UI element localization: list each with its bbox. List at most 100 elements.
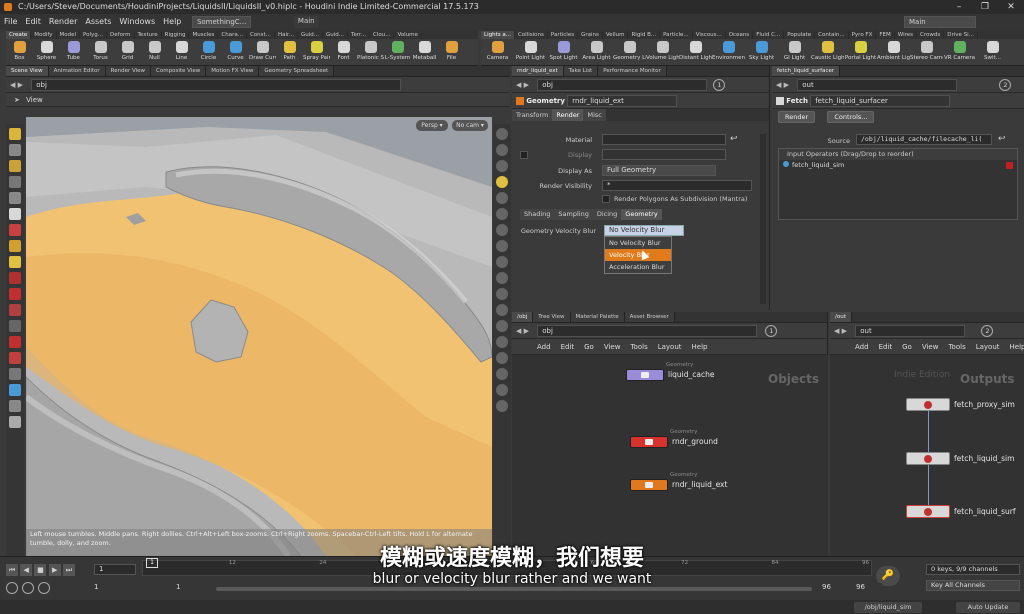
shelf-left-tab-guid[interactable]: Guid... <box>323 31 349 39</box>
minimize-button[interactable]: – <box>946 0 972 14</box>
netobj-menu-add[interactable]: Add <box>532 339 556 354</box>
tab-dicing[interactable]: Dicing <box>592 209 622 220</box>
group-icon[interactable] <box>9 304 21 316</box>
forward-arrow-icon[interactable]: ▶ <box>18 81 23 89</box>
shelf-left-tab-const[interactable]: Const... <box>247 31 275 39</box>
viewport-path-field[interactable]: obj <box>31 79 402 91</box>
grid-icon[interactable] <box>496 320 508 332</box>
render-button[interactable]: Render <box>778 111 816 123</box>
out-node-fetch-liquid-surf[interactable] <box>906 505 950 518</box>
close-button[interactable]: ✕ <box>998 0 1024 14</box>
back-arrow-icon[interactable]: ◀ <box>516 327 521 335</box>
input-op-row[interactable]: fetch_liquid_sim <box>779 160 1017 171</box>
object-node-rndr-ground[interactable] <box>630 436 668 448</box>
tab-sampling[interactable]: Sampling <box>554 209 593 220</box>
pivot-icon[interactable] <box>9 368 21 380</box>
netobj-menu-tools[interactable]: Tools <box>625 339 652 354</box>
tab-misc[interactable]: Misc <box>583 109 606 121</box>
param-tab-take-list[interactable]: Take List <box>563 66 599 76</box>
shelf-left-tool-metaball[interactable]: Metaball <box>411 41 438 61</box>
netout-tab-out[interactable]: /out <box>830 312 852 322</box>
remove-op-icon[interactable] <box>1006 162 1013 169</box>
visualizer-icon[interactable] <box>496 304 508 316</box>
secure-icon[interactable] <box>9 352 21 364</box>
object-node-rndr-liquid-ext[interactable] <box>630 479 668 491</box>
back-arrow-icon[interactable]: ◀ <box>516 81 521 89</box>
shelf-right-tab-particles[interactable]: Particles <box>548 31 579 39</box>
tab-render[interactable]: Render <box>552 109 584 121</box>
normals-icon[interactable] <box>496 224 508 236</box>
tab-geometry[interactable]: Geometry <box>621 209 662 220</box>
velocity-blur-select[interactable]: No Velocity Blur <box>604 225 684 236</box>
back-arrow-icon[interactable]: ◀ <box>10 81 15 89</box>
shelf-right-tool-sky-light[interactable]: Sky Light <box>745 41 778 61</box>
shelf-left-tool-l-system[interactable]: L-System <box>384 41 411 61</box>
netout-menu-add[interactable]: Add <box>850 339 874 354</box>
shelf-right-tool-stereo-camera[interactable]: Stereo Camera <box>910 41 943 61</box>
camera-tool-icon[interactable] <box>9 336 21 348</box>
tab-shading[interactable]: Shading <box>520 209 555 220</box>
abc-icon[interactable] <box>496 384 508 396</box>
option-no-velocity-blur[interactable]: No Velocity Blur <box>605 237 671 249</box>
shelf-left-tab-texture[interactable]: Texture <box>135 31 162 39</box>
menu-help[interactable]: Help <box>159 14 185 30</box>
param-path-field[interactable]: obj <box>537 79 708 91</box>
auto-update-button[interactable]: Auto Update <box>956 602 1020 613</box>
out-node-name-label[interactable]: fetch_liquid_sim <box>954 454 1014 463</box>
shelf-right-tab-drive-si[interactable]: Drive Si... <box>944 31 978 39</box>
shelf-right-tab-pyro-fx[interactable]: Pyro FX <box>849 31 877 39</box>
viewport-tab-geometry-spreadsheet[interactable]: Geometry Spreadsheet <box>259 66 335 76</box>
netout-menu-help[interactable]: Help <box>1005 339 1024 354</box>
view-arrow-icon[interactable]: ➤ <box>14 96 20 104</box>
desktop-select[interactable]: SomethingC... <box>191 15 252 28</box>
node-name-field[interactable]: rndr_liquid_ext <box>567 95 678 107</box>
shelf-left-tool-tube[interactable]: Tube <box>60 41 87 61</box>
netout-path-field[interactable]: out <box>855 325 966 337</box>
material-field[interactable] <box>602 134 726 145</box>
orientation-icon[interactable] <box>9 400 21 412</box>
shelf-left-tool-grid[interactable]: Grid <box>114 41 141 61</box>
node-name-label[interactable]: liquid_cache <box>668 370 715 379</box>
paint-tool-icon[interactable] <box>9 240 21 252</box>
viewport-tab-render-view[interactable]: Render View <box>105 66 152 76</box>
netobj-tab-material-palette[interactable]: Material Palette <box>570 312 625 322</box>
shelf-right-tool-point-light[interactable]: Point Light <box>514 41 547 61</box>
range-slider[interactable] <box>216 587 812 591</box>
select-tool-icon[interactable] <box>9 128 21 140</box>
point-numbers-icon[interactable] <box>496 272 508 284</box>
component-icon[interactable] <box>9 384 21 396</box>
netout-menu-tools[interactable]: Tools <box>943 339 970 354</box>
out-node-name-label[interactable]: fetch_liquid_surf <box>954 507 1015 516</box>
netobj-menu-layout[interactable]: Layout <box>653 339 687 354</box>
netobj-menu-help[interactable]: Help <box>687 339 713 354</box>
scale-tool-icon[interactable] <box>9 176 21 188</box>
viewport-tab-animation-editor[interactable]: Animation Editor <box>48 66 106 76</box>
netout-menu-go[interactable]: Go <box>897 339 917 354</box>
node-name-label[interactable]: rndr_ground <box>672 437 718 446</box>
menu-render[interactable]: Render <box>45 14 81 30</box>
render-visibility-field[interactable]: * <box>602 180 752 191</box>
shelf-left-tool-null[interactable]: Null <box>141 41 168 61</box>
shelf-left-tab-model[interactable]: Model <box>57 31 81 39</box>
obj-path-status[interactable]: /obj/liquid_sim <box>854 602 922 613</box>
display-field[interactable] <box>602 149 726 160</box>
move-tool-icon[interactable] <box>9 144 21 156</box>
node-name-label[interactable]: rndr_liquid_ext <box>672 480 727 489</box>
pin-number[interactable]: 2 <box>981 325 994 337</box>
forward-arrow-icon[interactable]: ▶ <box>524 327 529 335</box>
shelf-left-tool-sphere[interactable]: Sphere <box>33 41 60 61</box>
back-arrow-icon[interactable]: ◀ <box>834 327 839 335</box>
prim-numbers-icon[interactable] <box>496 256 508 268</box>
text-icon[interactable] <box>496 368 508 380</box>
shelf-left-tab-hair[interactable]: Hair... <box>275 31 298 39</box>
forward-arrow-icon[interactable]: ▶ <box>784 81 789 89</box>
shelf-right-tab-collisions[interactable]: Collisions <box>515 31 548 39</box>
shelf-right-tool-geometry-light[interactable]: Geometry Light <box>613 41 646 61</box>
shelf-left-tool-platonic-solids[interactable]: Platonic Solids <box>357 41 384 61</box>
shelf-right-tool-distant-light[interactable]: Distant Light <box>679 41 712 61</box>
magnet-icon[interactable] <box>9 288 21 300</box>
shelf-right-tool-portal-light[interactable]: Portal Light <box>844 41 877 61</box>
object-node-liquid-cache[interactable] <box>626 369 664 381</box>
backface-icon[interactable] <box>496 288 508 300</box>
fetch-path-field[interactable]: out <box>797 79 958 91</box>
